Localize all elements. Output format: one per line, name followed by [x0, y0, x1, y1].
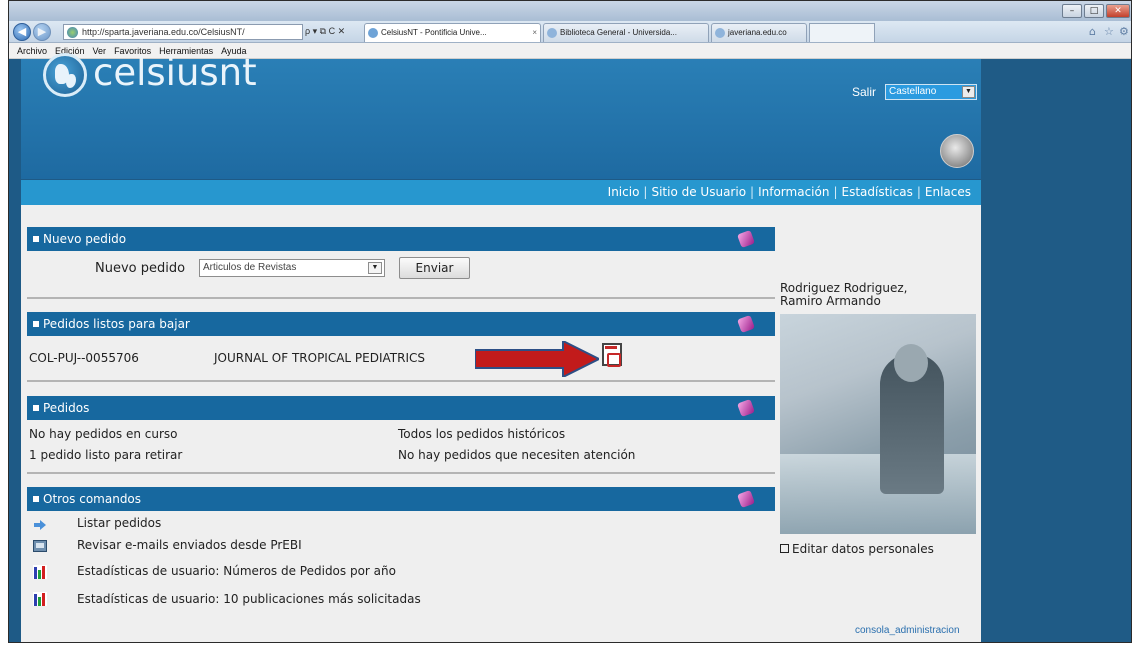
- site-icon: [67, 27, 78, 38]
- photo-head: [894, 344, 928, 382]
- journal-title: JOURNAL OF TROPICAL PEDIATRICS: [214, 351, 426, 365]
- chevron-down-icon: ▼: [368, 262, 382, 274]
- email-icon: [33, 540, 47, 552]
- back-button[interactable]: ◀: [13, 23, 31, 41]
- new-tab-button[interactable]: [809, 23, 875, 42]
- bullet-icon: [33, 404, 39, 411]
- address-text: http://sparta.javeriana.edu.co/CelsiusNT…: [82, 27, 245, 37]
- star-icon[interactable]: ☆: [1104, 25, 1114, 38]
- close-window-button[interactable]: ✕: [1106, 4, 1130, 18]
- nuevo-pedido-label: Nuevo pedido: [95, 261, 186, 276]
- tab-celsiusnt[interactable]: CelsiusNT - Pontificia Unive... ×: [364, 23, 541, 42]
- menu-archivo[interactable]: Archivo: [17, 46, 47, 56]
- maximize-button[interactable]: □: [1084, 4, 1104, 18]
- nav-inicio[interactable]: Inicio: [608, 185, 640, 199]
- nav-separator: |: [643, 185, 648, 199]
- order-code: COL-PUJ--0055706: [29, 351, 139, 365]
- celsius-favicon-icon: [368, 28, 378, 38]
- divider: [27, 297, 775, 299]
- user-name: Rodriguez Rodriguez,: [780, 281, 908, 295]
- edit-pencil-icon[interactable]: [737, 315, 755, 333]
- address-bar[interactable]: http://sparta.javeriana.edu.co/CelsiusNT…: [63, 24, 303, 40]
- section-title: Pedidos: [43, 401, 90, 415]
- nav-separator: |: [750, 185, 755, 199]
- tab-label: javeriana.edu.co: [728, 28, 787, 37]
- request-type-select[interactable]: Articulos de Revistas ▼: [199, 259, 385, 277]
- title-bar: – □ ✕: [9, 1, 1131, 21]
- bullet-icon: [33, 495, 39, 502]
- site-logo-text: celsiusnt: [93, 51, 257, 94]
- editar-datos-link[interactable]: Editar datos personales: [780, 542, 934, 556]
- nav-enlaces[interactable]: Enlaces: [925, 185, 971, 199]
- tab-label: Biblioteca General - Universida...: [560, 28, 677, 37]
- biblioteca-favicon-icon: [547, 28, 557, 38]
- logout-link[interactable]: Salir: [852, 85, 876, 99]
- listar-pedidos-link[interactable]: Listar pedidos: [77, 516, 161, 530]
- page-background-strip: [981, 59, 1131, 642]
- estadisticas-publicaciones-link[interactable]: Estadísticas de usuario: 10 publicacione…: [77, 592, 421, 606]
- university-seal-icon: [940, 134, 974, 168]
- user-name-line2: Ramiro Armando: [780, 294, 881, 308]
- tab-label: CelsiusNT - Pontificia Unive...: [381, 28, 487, 37]
- nav-separator: |: [833, 185, 838, 199]
- bullet-icon: [33, 320, 39, 327]
- bar-chart-icon: [33, 592, 47, 606]
- tab-biblioteca[interactable]: Biblioteca General - Universida...: [543, 23, 709, 42]
- pedidos-historicos-link[interactable]: Todos los pedidos históricos: [398, 427, 565, 441]
- section-pedidos-listos: Pedidos listos para bajar: [27, 312, 775, 336]
- nav-informacion[interactable]: Información: [758, 185, 829, 199]
- nav-separator: |: [916, 185, 921, 199]
- edit-pencil-icon[interactable]: [737, 399, 755, 417]
- language-select[interactable]: Castellano ▼: [885, 84, 977, 100]
- home-icon[interactable]: ⌂: [1089, 25, 1096, 38]
- pedido-listo-link[interactable]: 1 pedido listo para retirar: [29, 448, 182, 462]
- bullet-icon: [33, 235, 39, 242]
- nav-sitio-usuario[interactable]: Sitio de Usuario: [651, 185, 746, 199]
- pdf-download-icon[interactable]: [602, 343, 622, 367]
- section-pedidos: Pedidos: [27, 396, 775, 420]
- red-arrow-annotation: [475, 341, 599, 377]
- browser-toolbar: ◀ ▶ http://sparta.javeriana.edu.co/Celsi…: [9, 21, 1131, 43]
- gear-icon[interactable]: ⚙: [1119, 25, 1129, 38]
- minimize-button[interactable]: –: [1062, 4, 1082, 18]
- enviar-button[interactable]: Enviar: [399, 257, 470, 279]
- bar-chart-icon: [33, 565, 47, 579]
- checkbox-icon: [780, 544, 789, 553]
- edit-pencil-icon[interactable]: [737, 230, 755, 248]
- photo-desk: [780, 454, 976, 534]
- divider: [27, 472, 775, 474]
- editar-label: Editar datos personales: [792, 542, 934, 556]
- section-otros-comandos: Otros comandos: [27, 487, 775, 511]
- revisar-emails-link[interactable]: Revisar e-mails enviados desde PrEBI: [77, 538, 302, 552]
- tab-close-icon[interactable]: ×: [532, 24, 537, 41]
- divider: [27, 380, 775, 382]
- consola-admin-link[interactable]: consola_administracion: [855, 625, 960, 636]
- arrow-icon: [34, 520, 46, 530]
- pedidos-atencion-link[interactable]: No hay pedidos que necesiten atención: [398, 448, 635, 462]
- address-controls[interactable]: ρ ▾ ⧉ C ✕: [305, 24, 345, 38]
- main-nav: Inicio | Sitio de Usuario | Información | Esta…: [21, 180, 981, 205]
- javeriana-favicon-icon: [715, 28, 725, 38]
- user-photo: [780, 314, 976, 534]
- forward-button[interactable]: ▶: [33, 23, 51, 41]
- section-title: Pedidos listos para bajar: [43, 317, 190, 331]
- estadisticas-pedidos-link[interactable]: Estadísticas de usuario: Números de Pedi…: [77, 564, 396, 578]
- tab-javeriana[interactable]: javeriana.edu.co: [711, 23, 807, 42]
- section-title: Otros comandos: [43, 492, 142, 506]
- edit-pencil-icon[interactable]: [737, 490, 755, 508]
- nav-estadisticas[interactable]: Estadísticas: [842, 185, 913, 199]
- browser-window: – □ ✕ ◀ ▶ http://sparta.javeriana.edu.co…: [8, 0, 1132, 643]
- chevron-down-icon: ▼: [962, 86, 975, 98]
- section-nuevo-pedido: Nuevo pedido: [27, 227, 775, 251]
- globe-logo-icon: [43, 53, 87, 97]
- language-value: Castellano: [889, 86, 937, 97]
- request-type-value: Articulos de Revistas: [203, 262, 297, 273]
- pedidos-en-curso-link[interactable]: No hay pedidos en curso: [29, 427, 178, 441]
- section-title: Nuevo pedido: [43, 232, 127, 246]
